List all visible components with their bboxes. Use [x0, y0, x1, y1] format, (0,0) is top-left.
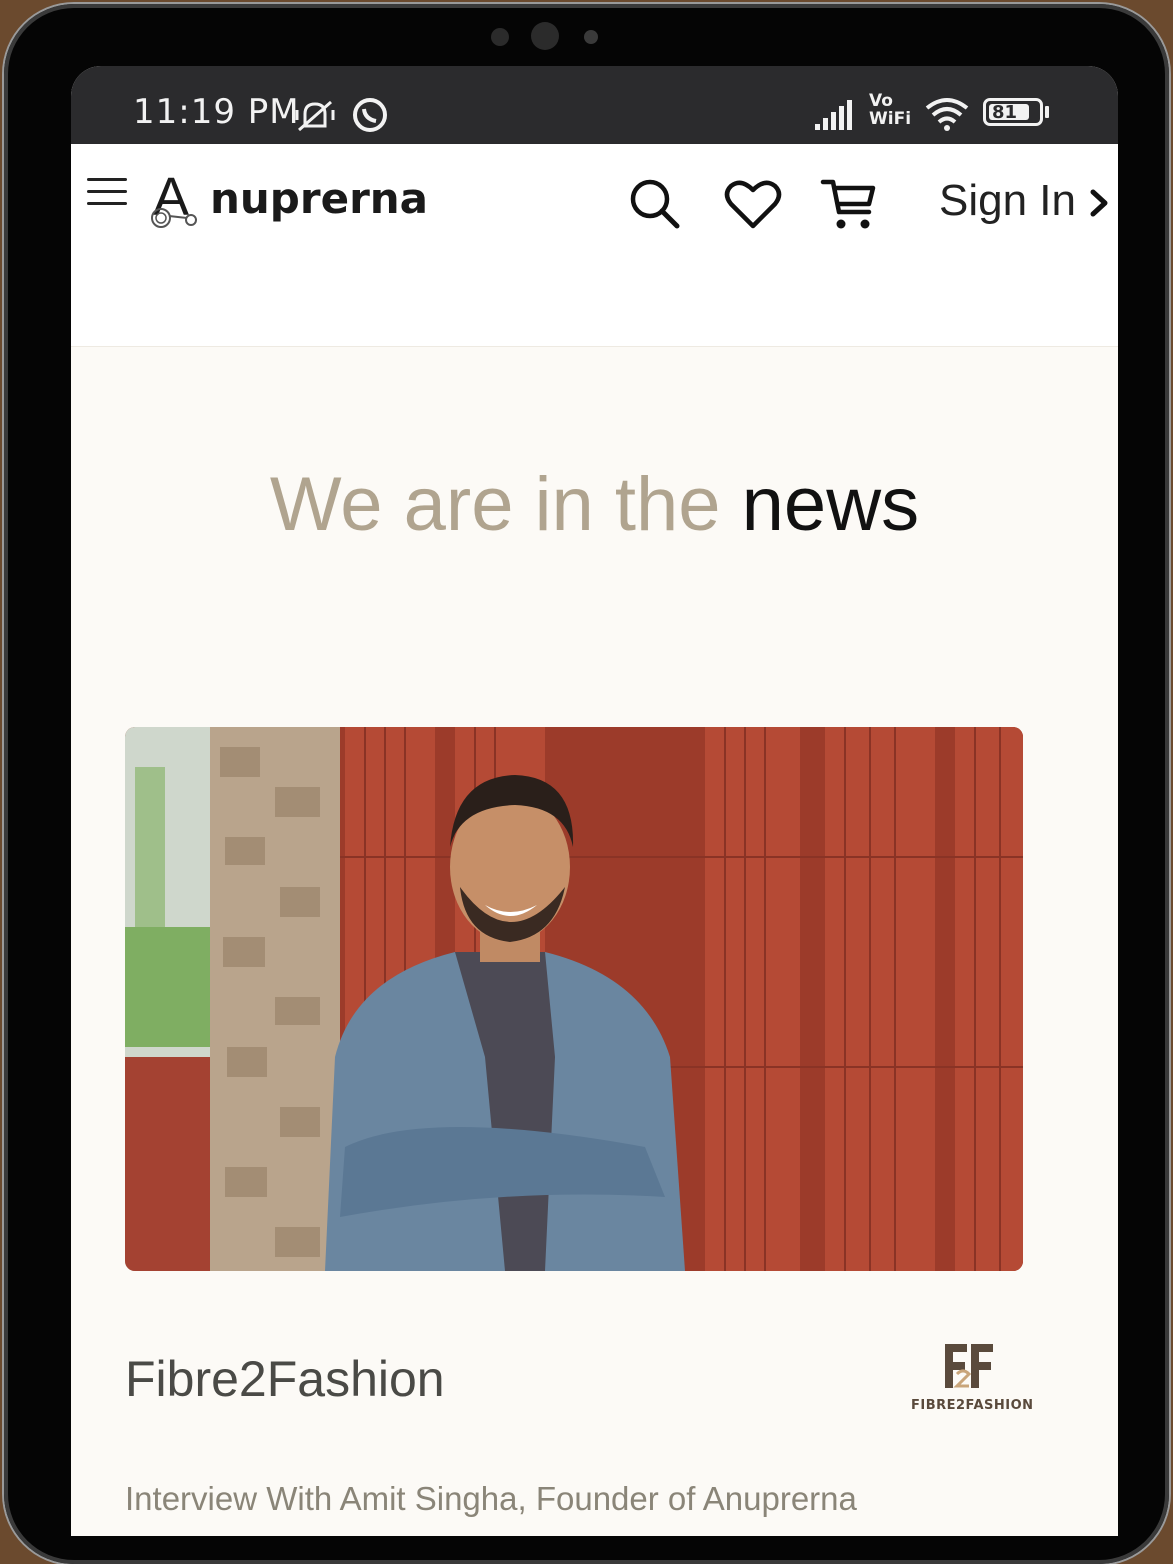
sign-in-link[interactable]: Sign In — [939, 176, 1076, 226]
banner-strip — [71, 270, 1118, 347]
screen: 11:19 PM Vo WiFi 81 A nuprerna Sign In W… — [71, 66, 1118, 1536]
cart-icon[interactable] — [819, 174, 879, 234]
silent-icon — [295, 100, 335, 132]
sensor-dot — [491, 28, 509, 46]
site-header: A nuprerna Sign In — [71, 144, 1118, 270]
news-photo[interactable] — [125, 727, 1023, 1271]
press-name[interactable]: Fibre2Fashion — [125, 1350, 445, 1408]
news-heading-dark: news — [741, 462, 920, 547]
press-description[interactable]: Interview With Amit Singha, Founder of A… — [125, 1480, 857, 1518]
battery-level: 81 — [992, 102, 1018, 123]
whatsapp-icon — [353, 98, 387, 132]
status-bar: 11:19 PM Vo WiFi 81 — [71, 66, 1118, 144]
founder-photo — [125, 727, 1023, 1271]
spindle-icon — [151, 208, 197, 228]
vowifi-label: Vo WiFi — [869, 91, 912, 129]
menu-icon[interactable] — [87, 178, 127, 208]
battery-icon: 81 — [983, 98, 1043, 126]
device-frame: 11:19 PM Vo WiFi 81 A nuprerna Sign In W… — [4, 4, 1169, 1564]
news-heading-light: We are in the — [269, 462, 742, 547]
chevron-right-icon[interactable] — [1087, 186, 1113, 220]
wifi-icon — [925, 98, 969, 131]
logo-mark[interactable]: A — [151, 167, 201, 230]
logo-text[interactable]: nuprerna — [210, 174, 428, 223]
battery-cap — [1045, 106, 1049, 118]
fibre2fashion-logo-icon — [945, 1344, 993, 1388]
sensor-dot — [584, 30, 598, 44]
press-logo-text: FIBRE2FASHION — [911, 1398, 1034, 1413]
front-camera — [531, 22, 559, 50]
news-heading: We are in the news — [71, 461, 1118, 548]
search-icon[interactable] — [625, 174, 685, 234]
signal-icon — [815, 100, 852, 130]
heart-icon[interactable] — [723, 174, 783, 234]
status-time: 11:19 PM — [133, 92, 300, 132]
press-logo: FIBRE2FASHION — [911, 1342, 1034, 1414]
